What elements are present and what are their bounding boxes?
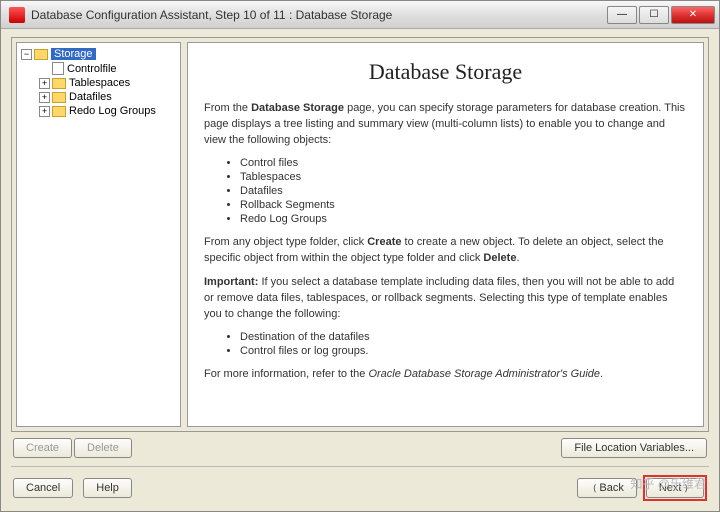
folder-icon	[34, 49, 48, 60]
important-paragraph: Important: If you select a database temp…	[204, 275, 687, 323]
template-list: Destination of the datafiles Control fil…	[240, 331, 687, 357]
list-item: Tablespaces	[240, 171, 687, 183]
folder-icon	[52, 78, 66, 89]
delete-button[interactable]: Delete	[74, 438, 132, 458]
list-item: Rollback Segments	[240, 199, 687, 211]
help-button[interactable]: Help	[83, 478, 132, 498]
file-location-variables-button[interactable]: File Location Variables...	[561, 438, 707, 458]
tree-item-tablespaces[interactable]: + Tablespaces	[37, 76, 178, 90]
tree-root-label[interactable]: Storage	[51, 48, 96, 60]
next-arrow-icon: ⟩	[684, 483, 688, 493]
list-item: Redo Log Groups	[240, 213, 687, 225]
close-button[interactable]: ✕	[671, 6, 715, 24]
back-arrow-icon: ⟨	[593, 483, 597, 493]
tree-item-controlfile[interactable]: Controlfile	[37, 61, 178, 76]
folder-icon	[52, 92, 66, 103]
create-button[interactable]: Create	[13, 438, 72, 458]
objects-list: Control files Tablespaces Datafiles Roll…	[240, 157, 687, 225]
list-item: Destination of the datafiles	[240, 331, 687, 343]
titlebar: Database Configuration Assistant, Step 1…	[1, 1, 719, 29]
main-area: − Storage Controlfile + Tablespaces +	[11, 37, 709, 432]
back-button[interactable]: ⟨Back	[577, 478, 637, 498]
tree-item-redolog[interactable]: + Redo Log Groups	[37, 104, 178, 118]
folder-icon	[52, 106, 66, 117]
dialog-window: Database Configuration Assistant, Step 1…	[0, 0, 720, 512]
expand-icon[interactable]: +	[39, 92, 50, 103]
mid-button-row: Create Delete File Location Variables...	[11, 432, 709, 462]
page-heading: Database Storage	[204, 59, 687, 85]
list-item: Control files or log groups.	[240, 345, 687, 357]
cancel-button[interactable]: Cancel	[13, 478, 73, 498]
next-button[interactable]: Next⟩	[646, 478, 704, 498]
collapse-icon[interactable]: −	[21, 49, 32, 60]
tree-item-label: Tablespaces	[69, 77, 130, 89]
content-area: − Storage Controlfile + Tablespaces +	[1, 29, 719, 511]
list-item: Datafiles	[240, 185, 687, 197]
window-title: Database Configuration Assistant, Step 1…	[31, 8, 605, 22]
create-delete-paragraph: From any object type folder, click Creat…	[204, 235, 687, 267]
bottom-bar: Cancel Help ⟨Back Next⟩	[11, 466, 709, 505]
body-panel: Database Storage From the Database Stora…	[187, 42, 704, 427]
tree-item-label: Datafiles	[69, 91, 112, 103]
maximize-button[interactable]: ☐	[639, 6, 669, 24]
expand-icon[interactable]: +	[39, 106, 50, 117]
next-highlight: Next⟩	[643, 475, 707, 501]
tree-panel: − Storage Controlfile + Tablespaces +	[16, 42, 181, 427]
tree-root[interactable]: − Storage	[19, 47, 178, 61]
tree-item-label: Controlfile	[67, 63, 117, 75]
intro-paragraph: From the Database Storage page, you can …	[204, 101, 687, 149]
minimize-button[interactable]: —	[607, 6, 637, 24]
tree-item-datafiles[interactable]: + Datafiles	[37, 90, 178, 104]
list-item: Control files	[240, 157, 687, 169]
app-icon	[9, 7, 25, 23]
more-info-paragraph: For more information, refer to the Oracl…	[204, 367, 687, 383]
window-controls: — ☐ ✕	[605, 6, 715, 24]
document-icon	[52, 62, 64, 75]
tree-item-label: Redo Log Groups	[69, 105, 156, 117]
expand-icon[interactable]: +	[39, 78, 50, 89]
